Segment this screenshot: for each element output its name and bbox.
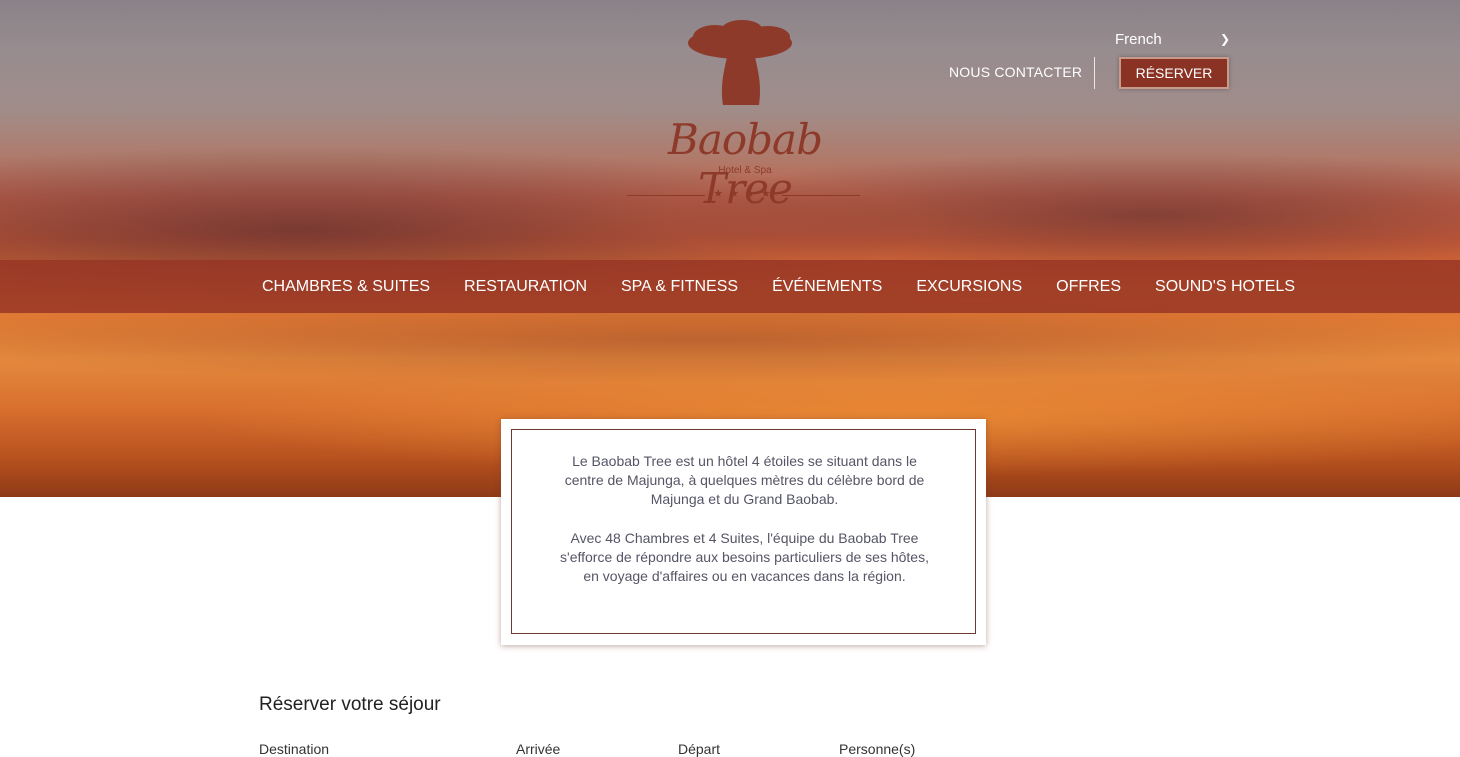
star-rating: ★★★★ (713, 188, 777, 200)
nav-item-excursions[interactable]: EXCURSIONS (916, 278, 1022, 296)
contact-link[interactable]: NOUS CONTACTER (949, 64, 1082, 80)
main-nav: CHAMBRES & SUITES RESTAURATION SPA & FIT… (0, 260, 1460, 313)
chevron-down-icon: ❯ (1219, 32, 1230, 46)
nav-item-offers[interactable]: OFFRES (1056, 278, 1121, 296)
header-divider (1094, 57, 1095, 89)
booking-title: Réserver votre séjour (259, 694, 441, 715)
intro-paragraph-1: Le Baobab Tree est un hôtel 4 étoiles se… (564, 453, 925, 507)
language-select[interactable]: French ❯ (1115, 28, 1230, 50)
intro-frame: Le Baobab Tree est un hôtel 4 étoiles se… (511, 429, 976, 634)
nav-item-rooms[interactable]: CHAMBRES & SUITES (262, 278, 430, 296)
brand-logo[interactable]: Baobab Tree Hotel & Spa ★★★★ (620, 15, 870, 213)
nav-item-spa[interactable]: SPA & FITNESS (621, 278, 738, 296)
language-value: French (1115, 30, 1162, 48)
intro-card: Le Baobab Tree est un hôtel 4 étoiles se… (501, 419, 986, 645)
nav-item-restaurant[interactable]: RESTAURATION (464, 278, 587, 296)
nav-item-sounds-hotels[interactable]: SOUND'S HOTELS (1155, 278, 1295, 296)
nav-item-events[interactable]: ÉVÉNEMENTS (772, 278, 882, 296)
reserve-button[interactable]: RÉSERVER (1119, 57, 1229, 89)
logo-divider-right (782, 195, 860, 196)
brand-subtitle: Hotel & Spa (718, 165, 772, 176)
intro-paragraph-2: Avec 48 Chambres et 4 Suites, l'équipe d… (560, 530, 929, 584)
baobab-tree-icon (688, 20, 792, 105)
